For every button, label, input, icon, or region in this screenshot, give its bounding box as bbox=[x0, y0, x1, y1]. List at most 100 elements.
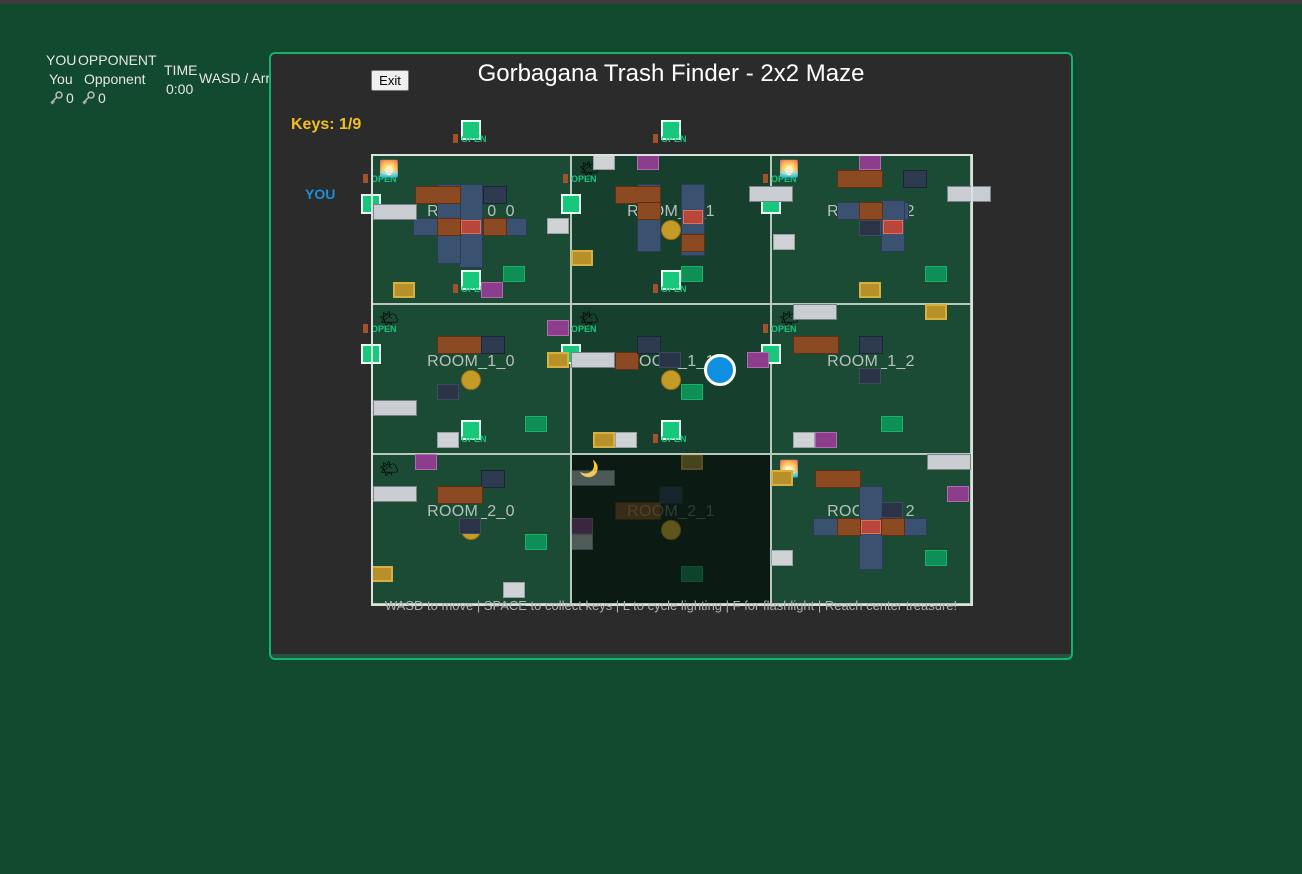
time-label: TIME bbox=[164, 62, 198, 78]
key-icon[interactable] bbox=[461, 370, 481, 390]
door-status-text: OPEN bbox=[461, 134, 487, 144]
painting-icon bbox=[925, 304, 947, 320]
chair-icon bbox=[637, 336, 661, 354]
opponent-keys-value: 0 bbox=[98, 90, 106, 106]
key-icon[interactable] bbox=[661, 370, 681, 390]
sun-icon: 🌅 bbox=[379, 161, 399, 178]
trash-bin-icon bbox=[925, 266, 947, 282]
desk-icon bbox=[615, 502, 661, 520]
bookshelf-icon bbox=[373, 486, 417, 502]
you-key-count: 0 bbox=[48, 90, 74, 106]
desk-icon bbox=[415, 186, 461, 204]
door-status: OPEN bbox=[653, 284, 687, 294]
door-icon bbox=[763, 174, 768, 183]
door-status-text: OPEN bbox=[661, 434, 687, 444]
lamp-icon bbox=[437, 432, 459, 448]
sun-icon: 🌤 bbox=[379, 461, 400, 478]
door-icon bbox=[653, 284, 658, 293]
door-status: OPEN bbox=[653, 434, 687, 444]
brick-icon bbox=[861, 520, 881, 534]
chair-icon bbox=[903, 170, 927, 188]
desk-icon bbox=[483, 218, 507, 236]
trash-bin-icon bbox=[881, 416, 903, 432]
trash-bin-icon bbox=[525, 534, 547, 550]
exit-button[interactable]: Exit bbox=[371, 70, 409, 91]
game-panel: Gorbagana Trash Finder - 2x2 Maze Keys: … bbox=[269, 52, 1073, 660]
painting-icon bbox=[859, 282, 881, 298]
door-status-text: OPEN bbox=[461, 434, 487, 444]
computer-icon bbox=[859, 220, 881, 236]
painting-icon bbox=[747, 352, 769, 368]
lamp-icon bbox=[547, 218, 569, 234]
door-icon[interactable] bbox=[361, 344, 381, 364]
desk-icon bbox=[837, 170, 883, 188]
instructions: WASD to move | SPACE to collect keys | L… bbox=[384, 598, 958, 613]
chair-icon bbox=[481, 336, 505, 354]
bookshelf-icon bbox=[373, 400, 417, 416]
bookshelf-icon bbox=[947, 186, 991, 202]
key-icon bbox=[82, 91, 95, 105]
chair-icon bbox=[659, 486, 683, 504]
lamp-icon bbox=[615, 432, 637, 448]
room-name: ROOM_0_1 bbox=[627, 203, 715, 220]
trash-bin-icon bbox=[681, 384, 703, 400]
painting-icon bbox=[571, 518, 593, 534]
chair-icon bbox=[859, 336, 883, 354]
desk-icon bbox=[637, 202, 661, 220]
lamp-icon bbox=[503, 582, 525, 598]
maze[interactable]: ROOM_0_0 ROOM_0_1 ROOM_0_2 ROOM_1_0 ROOM… bbox=[361, 120, 991, 606]
computer-icon bbox=[859, 368, 881, 384]
bookshelf-icon bbox=[571, 352, 615, 368]
chair-icon bbox=[481, 470, 505, 488]
lamp-icon bbox=[593, 154, 615, 170]
bookshelf-icon bbox=[749, 186, 793, 202]
desk-icon bbox=[881, 518, 905, 536]
brick-icon bbox=[883, 220, 903, 234]
time-value: 0:00 bbox=[166, 81, 194, 97]
desk-icon bbox=[615, 352, 639, 370]
painting-icon bbox=[771, 470, 793, 486]
bookshelf-icon bbox=[373, 204, 417, 220]
door-icon bbox=[363, 174, 368, 183]
painting-icon bbox=[593, 432, 615, 448]
brick-icon bbox=[461, 220, 481, 234]
sun-icon: 🌤 bbox=[579, 311, 600, 328]
door-status-text: OPEN bbox=[661, 284, 687, 294]
painting-icon bbox=[547, 320, 569, 336]
sun-icon: 🌅 bbox=[779, 161, 799, 178]
trash-bin-icon bbox=[925, 550, 947, 566]
painting-icon bbox=[815, 432, 837, 448]
desk-icon bbox=[815, 470, 861, 488]
door-icon bbox=[453, 134, 458, 143]
opponent-name: Opponent bbox=[84, 71, 146, 87]
desk-icon bbox=[681, 234, 705, 252]
key-icon[interactable] bbox=[661, 520, 681, 540]
room-name: ROOM_2_1 bbox=[627, 503, 715, 520]
panel-bottom-edge bbox=[271, 654, 1071, 658]
door-icon bbox=[653, 434, 658, 443]
door-status-text: OPEN bbox=[661, 134, 687, 144]
chair-icon bbox=[483, 186, 507, 204]
trash-bin-icon bbox=[525, 416, 547, 432]
player-avatar[interactable] bbox=[704, 354, 736, 386]
door-icon[interactable] bbox=[561, 194, 581, 214]
top-border bbox=[0, 0, 1302, 4]
painting-icon bbox=[571, 250, 593, 266]
you-name: You bbox=[49, 71, 73, 87]
painting-icon bbox=[481, 282, 503, 298]
painting-icon bbox=[681, 454, 703, 470]
lamp-icon bbox=[571, 534, 593, 550]
key-icon[interactable] bbox=[661, 220, 681, 240]
desk-icon bbox=[837, 518, 861, 536]
painting-icon bbox=[371, 566, 393, 582]
brick-icon bbox=[683, 210, 703, 224]
computer-icon bbox=[459, 518, 481, 534]
door-icon bbox=[453, 284, 458, 293]
desk-icon bbox=[859, 202, 883, 220]
lamp-icon bbox=[771, 550, 793, 566]
painting-icon bbox=[947, 486, 969, 502]
bookshelf-icon bbox=[927, 454, 971, 470]
painting-icon bbox=[393, 282, 415, 298]
player-label: YOU bbox=[305, 186, 336, 202]
computer-icon bbox=[437, 384, 459, 400]
